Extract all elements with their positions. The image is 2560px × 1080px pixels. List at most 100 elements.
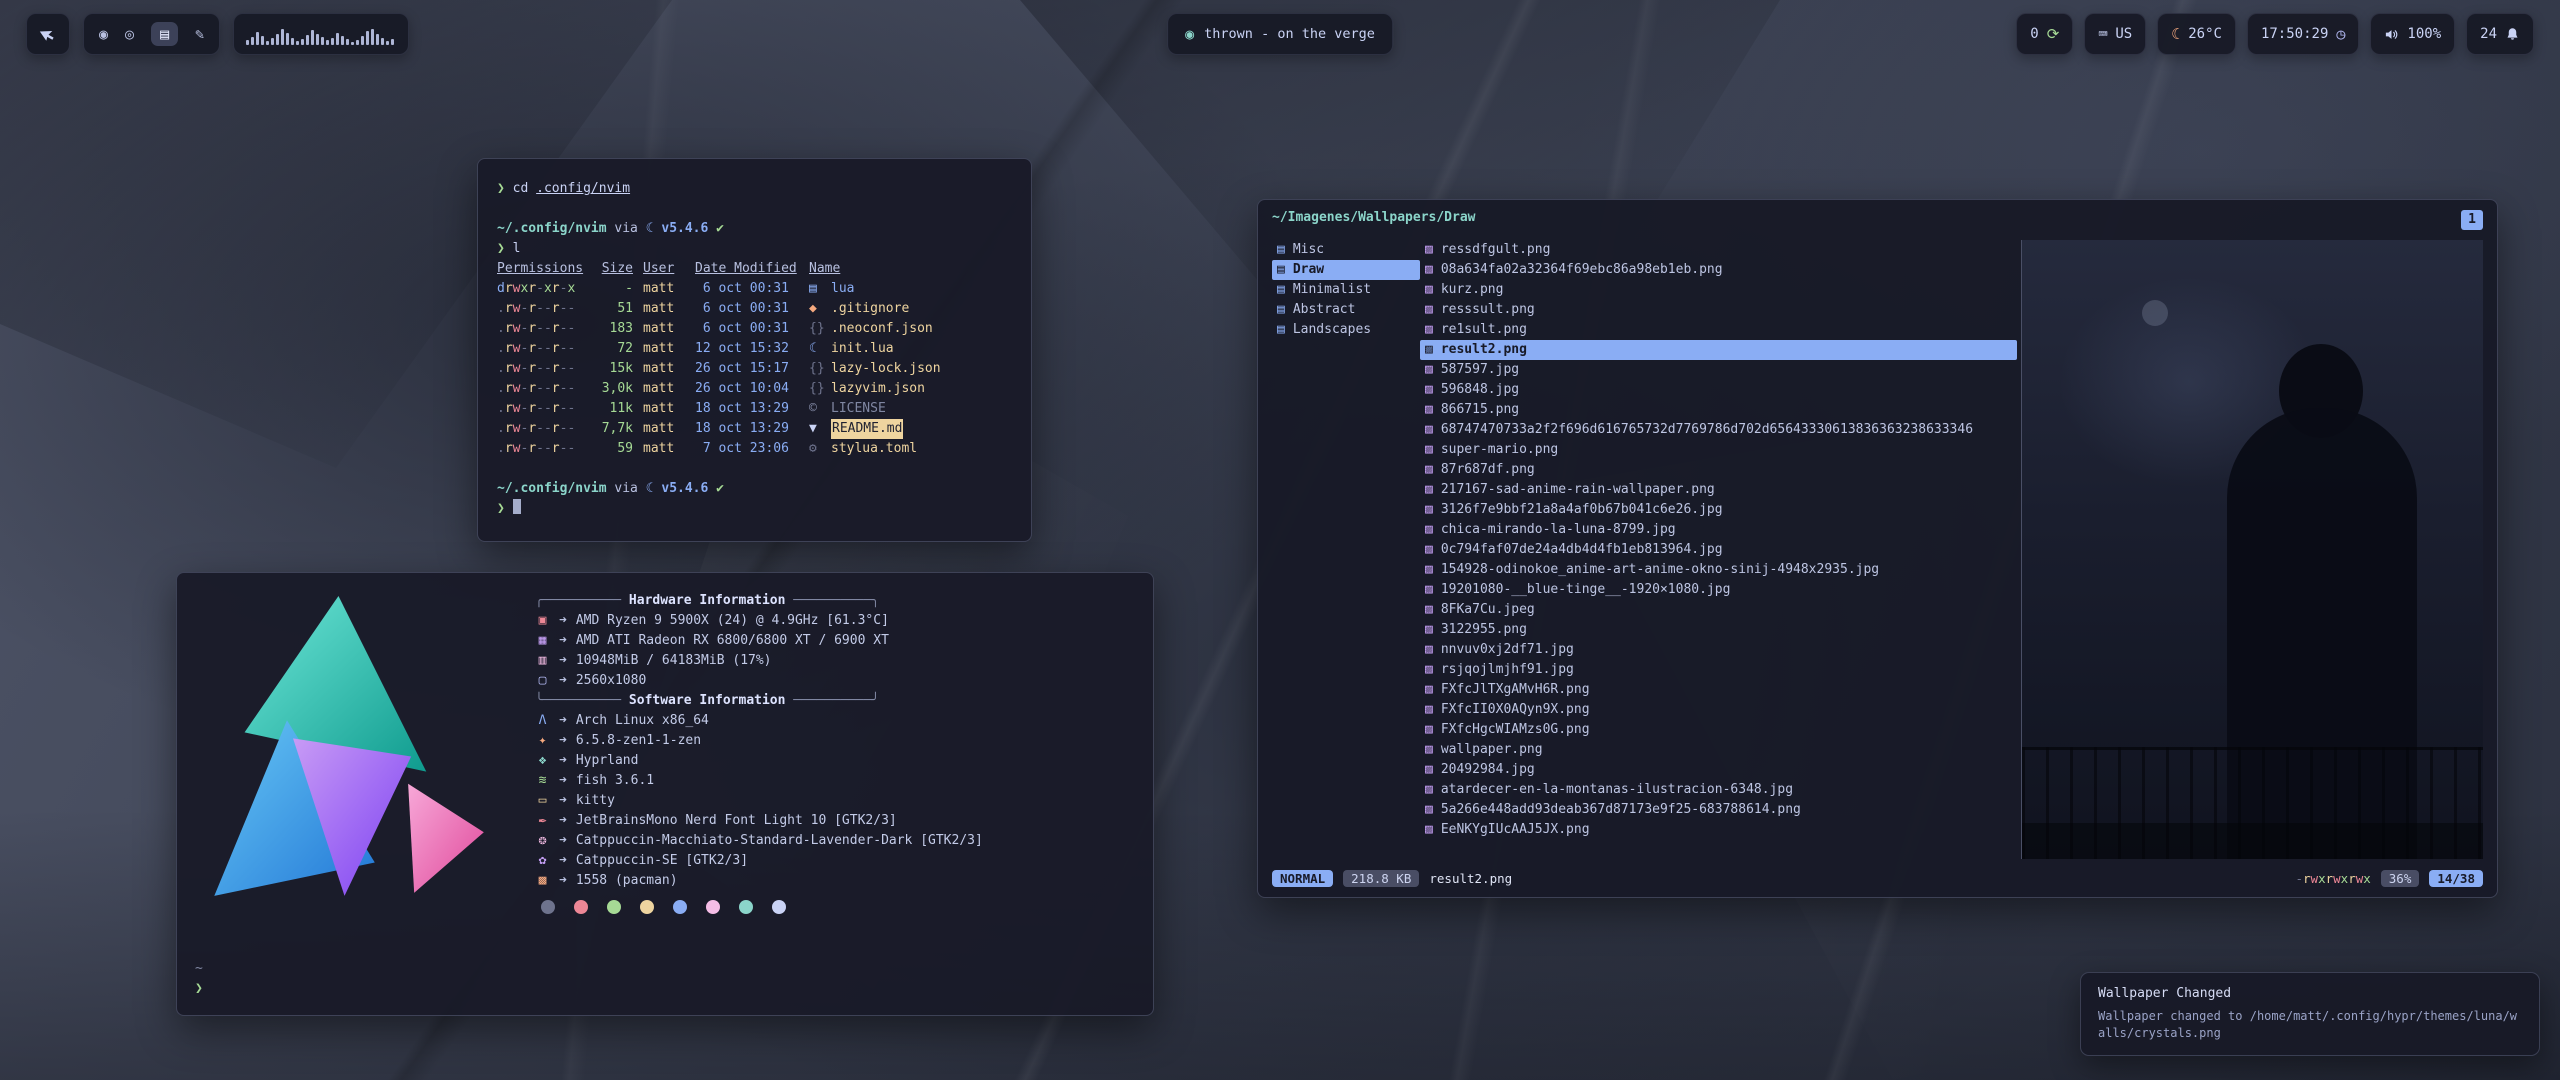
folder-name: Minimalist	[1293, 280, 1371, 300]
visualizer-bar	[266, 41, 269, 45]
notifications-module[interactable]: 24	[2466, 13, 2534, 55]
file-entry[interactable]: ▨866715.png	[1420, 400, 2017, 420]
workspace-icon-2[interactable]: ◎	[125, 25, 134, 43]
fetch-content: ╭────────── Hardware Information ───────…	[193, 587, 1133, 959]
wm-icon: ❖	[535, 751, 550, 771]
breadcrumb-path: ~/Imagenes/Wallpapers/Draw	[1272, 210, 1476, 225]
fetch-line: ▩➜1558 (pacman)	[535, 871, 1133, 891]
visualizer-bar	[361, 36, 364, 45]
file-entry[interactable]: ▨kurz.png	[1420, 280, 2017, 300]
fm-status-bar: NORMAL 218.8 KB result2.png -rwxrwxrwx 3…	[1272, 859, 2483, 889]
file-entry[interactable]: ▨8FKa7Cu.jpeg	[1420, 600, 2017, 620]
prompt-input-line[interactable]: ❯	[497, 499, 1012, 519]
file-entry[interactable]: ▨87r687df.png	[1420, 460, 2017, 480]
fetch-value: Catppuccin-SE [GTK2/3]	[576, 851, 748, 871]
fetch-value: 6.5.8-zen1-1-zen	[576, 731, 701, 751]
blank-line	[497, 459, 1012, 479]
weather-module[interactable]: ☾26°C	[2157, 13, 2236, 55]
sidebar-folder-misc[interactable]: ▤ Misc	[1272, 240, 1420, 260]
file-date: 12 oct 15:32	[695, 339, 799, 359]
folder-name: Misc	[1293, 240, 1324, 260]
arrow-icon: ➜	[559, 751, 567, 771]
file-entry[interactable]: ▨3122955.png	[1420, 620, 2017, 640]
file-entry[interactable]: ▨FXfcJlTXgAMvH6R.png	[1420, 680, 2017, 700]
top-bar: ◉ ◎ ▤ ✎ ◉thrown - on the verge 0⟳ ⌨ US ☾26°C…	[0, 13, 2560, 55]
file-entry[interactable]: ▨217167-sad-anime-rain-wallpaper.png	[1420, 480, 2017, 500]
clock-module[interactable]: 17:50:29◷	[2247, 13, 2359, 55]
file-entry[interactable]: ▨EeNKYgIUcAAJ5JX.png	[1420, 820, 2017, 840]
image-file-icon: ▨	[1425, 700, 1433, 720]
launcher-button[interactable]	[26, 13, 70, 55]
folder-icon: ▤	[1277, 260, 1285, 280]
file-entry-name: 08a634fa02a32364f69ebc86a98eb1eb.png	[1441, 260, 1723, 280]
text-cursor	[513, 499, 521, 514]
file-entry[interactable]: ▨5a266e448add93deab367d87173e9f25-683788…	[1420, 800, 2017, 820]
sidebar-folder-minimalist[interactable]: ▤Minimalist	[1272, 280, 1420, 300]
arrow-icon: ➜	[559, 631, 567, 651]
file-size-badge: 218.8 KB	[1343, 870, 1419, 887]
file-entry[interactable]: ▨19201080-__blue-tinge__-1920×1080.jpg	[1420, 580, 2017, 600]
sidebar-folder-abstract[interactable]: ▤Abstract	[1272, 300, 1420, 320]
file-entry[interactable]: ▨resssult.png	[1420, 300, 2017, 320]
file-entry[interactable]: ▨nnvuv0xj2df71.jpg	[1420, 640, 2017, 660]
tab-indicator[interactable]: 1	[2461, 210, 2483, 230]
keyboard-icon: ⌨	[2098, 25, 2107, 43]
file-entry[interactable]: ▨68747470733a2f2f696d616765732d7769786d7…	[1420, 420, 2017, 440]
image-file-icon: ▨	[1425, 540, 1433, 560]
toml-icon: ⚙	[809, 439, 824, 459]
visualizer-bar	[286, 33, 289, 45]
file-entry[interactable]: ▨20492984.jpg	[1420, 760, 2017, 780]
status-check-icon: ✔	[716, 481, 724, 496]
visualizer-bar	[246, 40, 249, 45]
keyboard-layout-module[interactable]: ⌨ US	[2084, 13, 2146, 55]
file-entry[interactable]: ▨atardecer-en-la-montanas-ilustracion-63…	[1420, 780, 2017, 800]
lua-icon: ☾	[646, 221, 654, 236]
file-entry[interactable]: ▨08a634fa02a32364f69ebc86a98eb1eb.png	[1420, 260, 2017, 280]
image-file-icon: ▨	[1425, 820, 1433, 840]
workspace-icon-1[interactable]: ◉	[99, 25, 108, 43]
updates-icon: ⟳	[2047, 25, 2060, 43]
media-player-module[interactable]: ◉thrown - on the verge	[1167, 13, 1393, 55]
notification-title: Wallpaper Changed	[2098, 986, 2522, 1001]
file-entry[interactable]: ▨0c794faf07de24a4db4d4fb1eb813964.jpg	[1420, 540, 2017, 560]
file-entry-name: rsjqojlmjhf91.jpg	[1441, 660, 1574, 680]
visualizer-bar	[371, 29, 374, 45]
file-entry[interactable]: ▨ FXfcII0X0AQyn9X.png	[1420, 700, 2017, 720]
file-entry[interactable]: ▨re1sult.png	[1420, 320, 2017, 340]
image-file-icon: ▨	[1425, 580, 1433, 600]
fetch-line: ≋➜fish 3.6.1	[535, 771, 1133, 791]
file-entry[interactable]: ▨587597.jpg	[1420, 360, 2017, 380]
cpu-icon: ▣	[535, 611, 550, 631]
folder-icon: ▤	[1277, 240, 1285, 260]
file-entry[interactable]: ▨result2.png	[1420, 340, 2017, 360]
file-entry[interactable]: ▨chica-mirando-la-luna-8799.jpg	[1420, 520, 2017, 540]
file-entry[interactable]: ▨596848.jpg	[1420, 380, 2017, 400]
file-entry[interactable]: ▨super-mario.png	[1420, 440, 2017, 460]
volume-module[interactable]: 100%	[2370, 13, 2455, 55]
workspace-icon-files[interactable]: ▤	[151, 22, 178, 46]
file-entry[interactable]: ▨3126f7e9bbf21a8a4af0b67b041c6e26.jpg	[1420, 500, 2017, 520]
fetch-value: 1558 (pacman)	[576, 871, 678, 891]
fastfetch-terminal-window[interactable]: ╭────────── Hardware Information ───────…	[176, 572, 1154, 1016]
file-name: ☾init.lua	[809, 339, 1012, 359]
keyboard-layout: US	[2115, 26, 2132, 42]
file-manager-window[interactable]: ~/Imagenes/Wallpapers/Draw 1 ▤Misc▤Draw▤…	[1257, 199, 2498, 898]
folder-name: Draw	[1293, 260, 1324, 280]
file-entry[interactable]: ▨ressdfgult.png	[1420, 240, 2017, 260]
file-entry[interactable]: ▨FXfcHgcWIAMzs0G.png	[1420, 720, 2017, 740]
kitty-terminal-window[interactable]: ❯ cd .config/nvim ~/.config/nvim via ☾ v…	[477, 158, 1032, 542]
file-entry-name: FXfcII0X0AQyn9X.png	[1441, 700, 1590, 720]
media-title: thrown - on the verge	[1204, 26, 1375, 42]
file-entry[interactable]: ▨rsjqojlmjhf91.jpg	[1420, 660, 2017, 680]
file-size: 3,0k	[595, 379, 633, 399]
file-entry[interactable]: ▨wallpaper.png	[1420, 740, 2017, 760]
sidebar-folder-landscapes[interactable]: ▤Landscapes	[1272, 320, 1420, 340]
arrow-icon: ➜	[559, 671, 567, 691]
prompt-input-line[interactable]: ❯	[195, 979, 1133, 999]
notification-popup[interactable]: Wallpaper Changed Wallpaper changed to /…	[2080, 972, 2540, 1056]
file-entry[interactable]: ▨154928-odinokoe_anime-art-anime-okno-si…	[1420, 560, 2017, 580]
updates-module[interactable]: 0⟳	[2016, 13, 2073, 55]
sidebar-folder-draw[interactable]: ▤ Draw	[1272, 260, 1420, 280]
visualizer-bar	[281, 29, 284, 45]
workspace-icon-draw[interactable]: ✎	[195, 25, 204, 43]
